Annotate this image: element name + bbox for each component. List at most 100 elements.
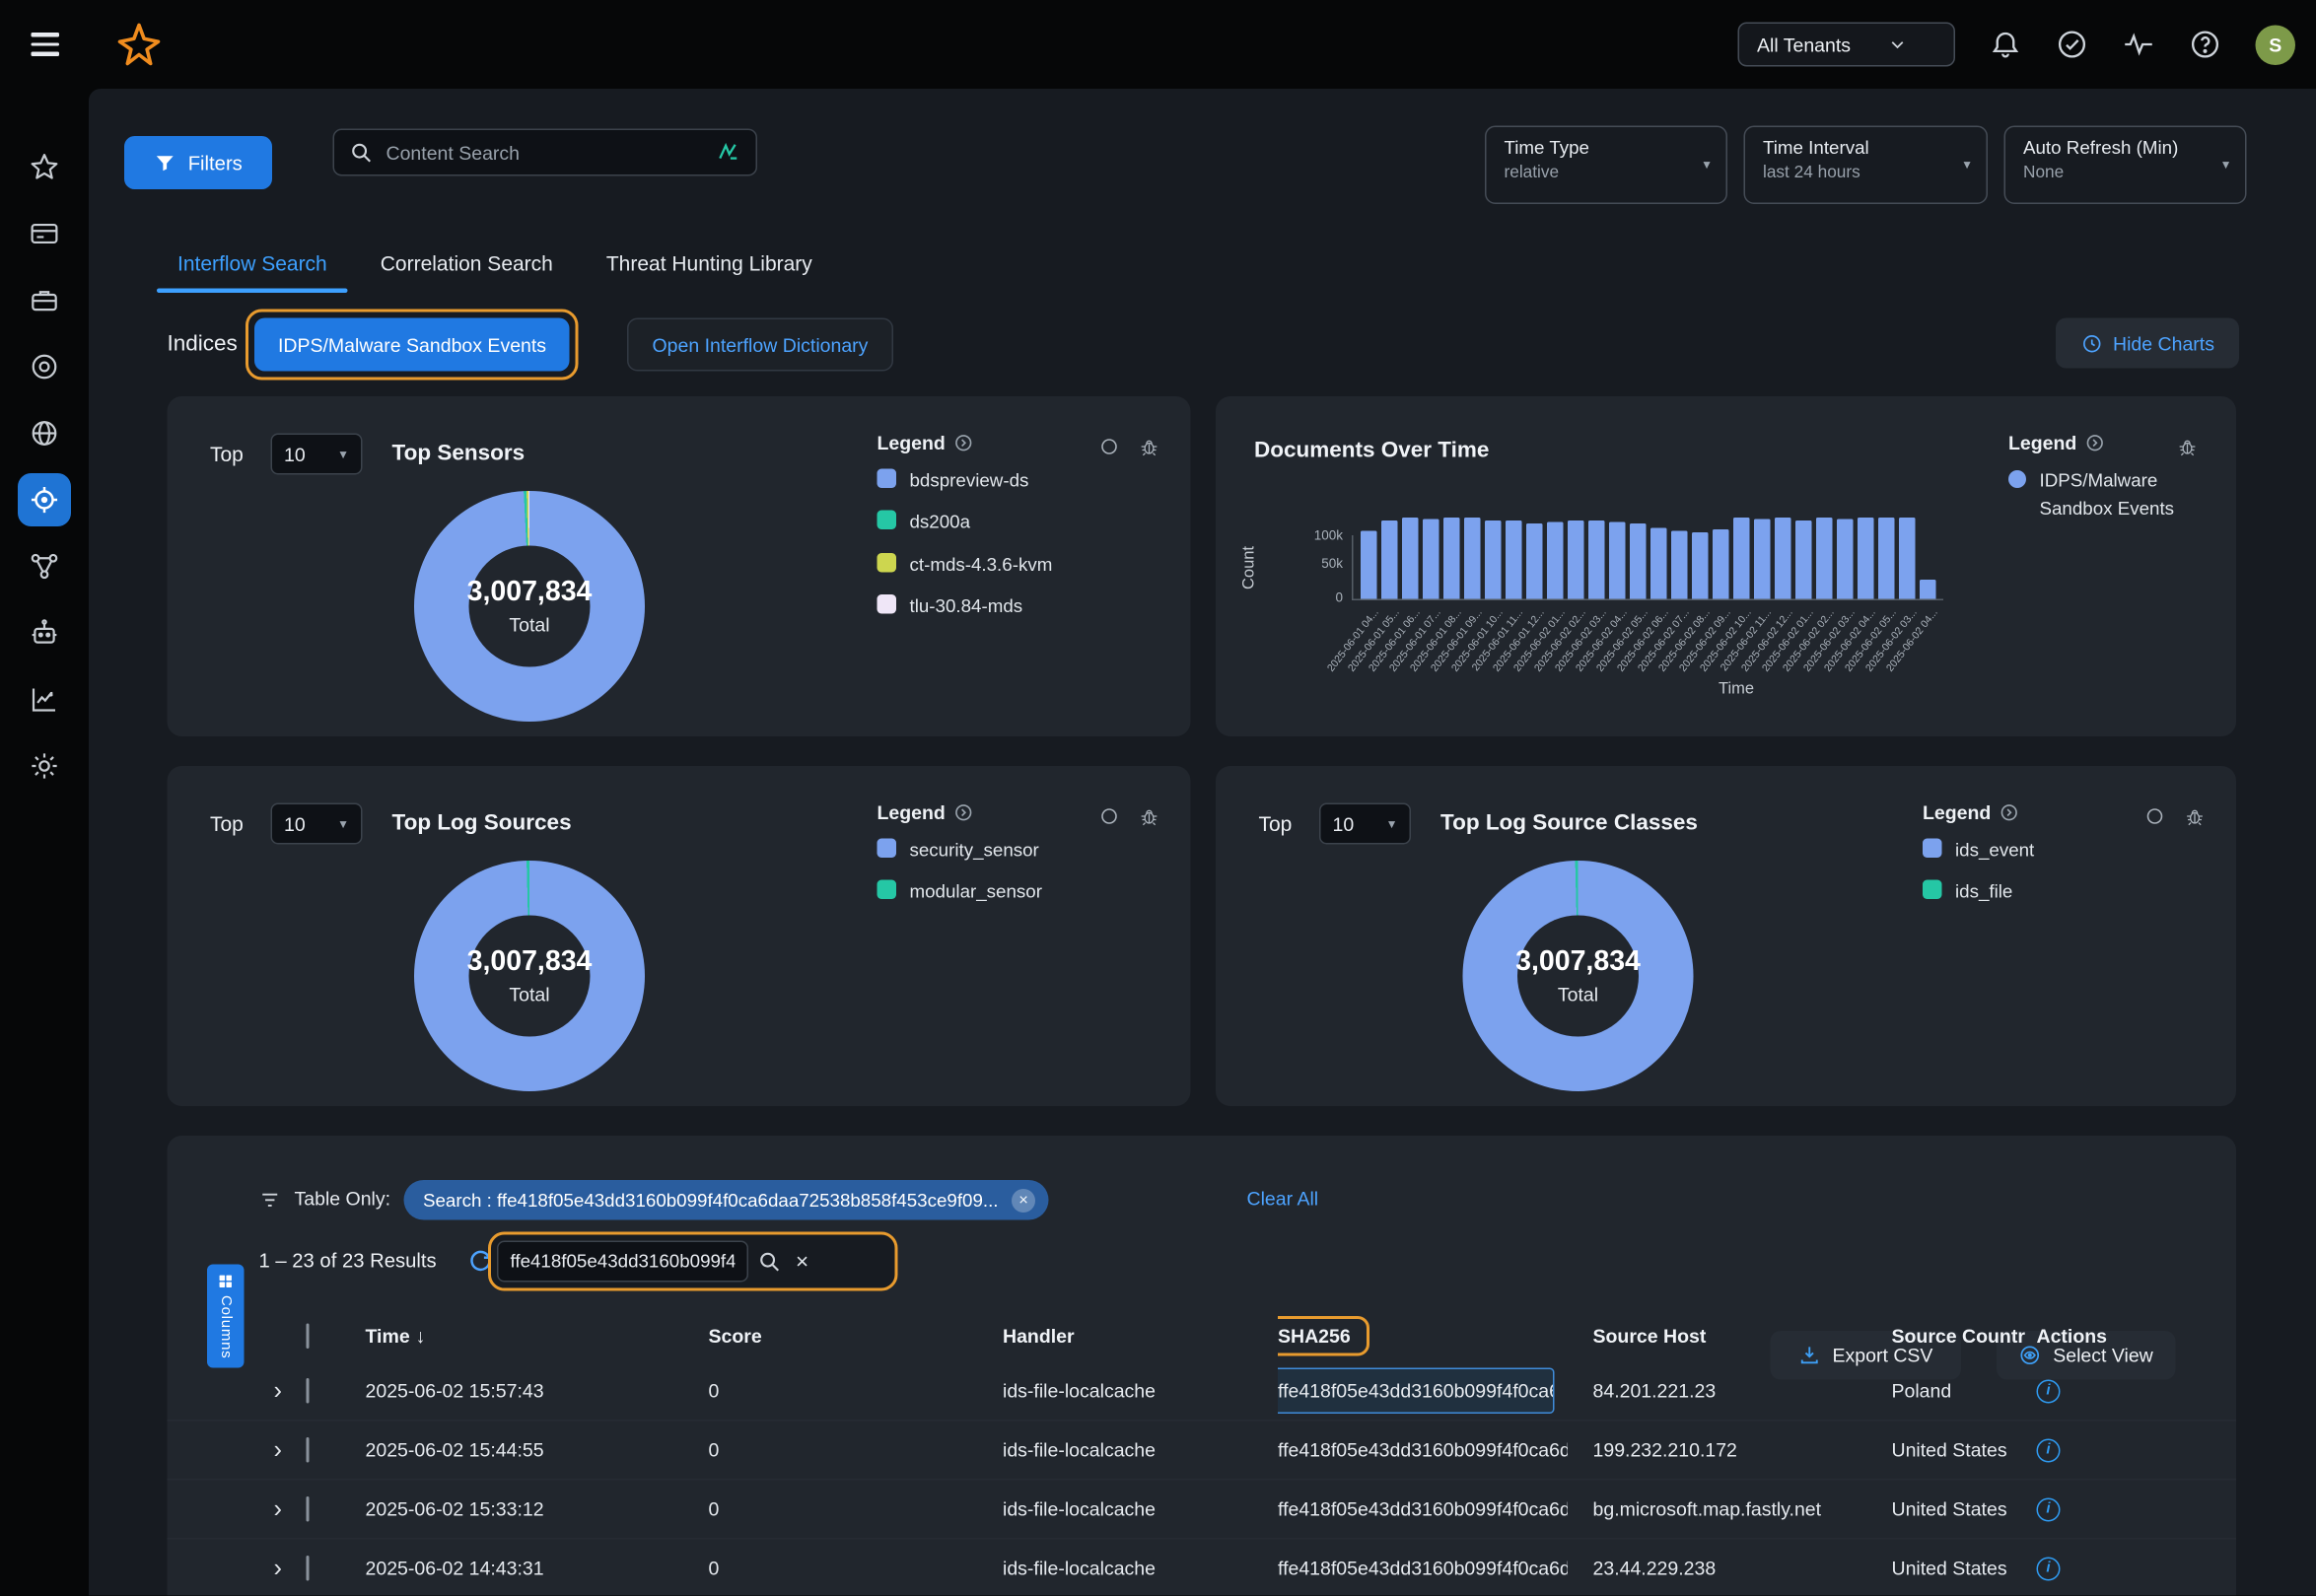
- time-type-dropdown[interactable]: Time Type relative ▼: [1485, 126, 1727, 205]
- legend-item[interactable]: tlu-30.84-mds: [877, 593, 1053, 622]
- row-checkbox[interactable]: [307, 1378, 310, 1404]
- legend-item[interactable]: ids_event: [1923, 837, 2034, 866]
- hide-charts-button[interactable]: Hide Charts: [2056, 318, 2239, 369]
- chevron-down-icon: ▼: [1386, 817, 1398, 831]
- gear-icon[interactable]: [27, 748, 62, 784]
- donut-total-label: Total: [509, 984, 549, 1006]
- row-checkbox[interactable]: [307, 1556, 310, 1581]
- legend-item[interactable]: modular_sensor: [877, 879, 1042, 908]
- robot-icon[interactable]: [27, 615, 62, 651]
- top-log-source-classes-donut[interactable]: 3,007,834 Total: [1463, 861, 1694, 1091]
- cell-sha256-selected[interactable]: ffe418f05e43dd3160b099f4f0ca6daa72538b85…: [1278, 1368, 1555, 1415]
- hamburger-menu-icon[interactable]: [0, 34, 89, 56]
- expand-row-icon[interactable]: ›: [274, 1495, 283, 1524]
- tab-threat-hunting-library[interactable]: Threat Hunting Library: [580, 237, 839, 293]
- brand-star-logo[interactable]: [115, 21, 163, 68]
- card-icon[interactable]: [27, 216, 62, 251]
- chart-icon[interactable]: [27, 682, 62, 718]
- open-interflow-dictionary-button[interactable]: Open Interflow Dictionary: [627, 318, 893, 372]
- expand-row-icon[interactable]: ›: [274, 1436, 283, 1465]
- legend-collapse-icon[interactable]: [2085, 434, 2105, 453]
- legend-item[interactable]: ct-mds-4.3.6-kvm: [877, 551, 1053, 580]
- circle-icon[interactable]: [1099, 437, 1120, 457]
- bar-chart[interactable]: [1361, 514, 1940, 599]
- system-health-pulse-icon[interactable]: [2123, 29, 2155, 61]
- table-row[interactable]: › 2025-06-02 15:57:43 0 ids-file-localca…: [168, 1362, 2237, 1422]
- tenant-selector[interactable]: All Tenants: [1738, 23, 1956, 67]
- briefcase-icon[interactable]: [27, 283, 62, 318]
- bug-icon[interactable]: [2177, 437, 2198, 457]
- header-handler[interactable]: Handler: [1003, 1324, 1278, 1347]
- expand-row-icon[interactable]: ›: [274, 1555, 283, 1583]
- circle-icon[interactable]: [2144, 806, 2165, 827]
- legend-item[interactable]: bdspreview-ds: [877, 467, 1053, 496]
- target-icon[interactable]: [27, 349, 62, 384]
- notifications-bell-icon[interactable]: [1990, 29, 2022, 61]
- results-count: 1 – 23 of 23 Results: [259, 1250, 437, 1273]
- table-search-input[interactable]: [497, 1241, 748, 1283]
- header-source-host[interactable]: Source Host: [1593, 1324, 1892, 1347]
- legend-collapse-icon[interactable]: [2000, 803, 2019, 823]
- top-log-sources-donut[interactable]: 3,007,834 Total: [414, 861, 645, 1091]
- row-checkbox[interactable]: [307, 1496, 310, 1522]
- legend-item[interactable]: ids_file: [1923, 879, 2034, 908]
- header-score[interactable]: Score: [709, 1324, 1004, 1347]
- filter-pill-text: Search : ffe418f05e43dd3160b099f4f0ca6da…: [423, 1190, 999, 1211]
- bug-icon[interactable]: [1139, 806, 1159, 827]
- legend-swatch: [877, 511, 897, 530]
- filters-button[interactable]: Filters: [124, 136, 272, 189]
- legend-item[interactable]: ds200a: [877, 510, 1053, 538]
- search-icon[interactable]: [757, 1249, 783, 1275]
- selected-index-button[interactable]: IDPS/Malware Sandbox Events: [254, 318, 570, 372]
- remove-filter-icon[interactable]: ×: [1012, 1188, 1035, 1212]
- query-language-icon[interactable]: [716, 140, 741, 166]
- cell-sha256: ffe418f05e43dd3160b099f4f0ca6daa72538b85…: [1278, 1439, 1568, 1462]
- circle-icon[interactable]: [1099, 806, 1120, 827]
- legend-collapse-icon[interactable]: [954, 434, 974, 453]
- cell-source-country: United States: [1892, 1558, 2037, 1580]
- header-time[interactable]: Time↓: [366, 1324, 709, 1347]
- cell-handler: ids-file-localcache: [1003, 1380, 1278, 1403]
- legend-label: ct-mds-4.3.6-kvm: [910, 551, 1053, 580]
- user-avatar[interactable]: S: [2256, 25, 2296, 65]
- search-filter-pill[interactable]: Search : ffe418f05e43dd3160b099f4f0ca6da…: [404, 1180, 1049, 1220]
- info-icon[interactable]: i: [2037, 1438, 2061, 1462]
- table-row[interactable]: › 2025-06-02 15:44:55 0 ids-file-localca…: [168, 1422, 2237, 1481]
- clear-search-icon[interactable]: ×: [792, 1249, 813, 1275]
- bug-icon[interactable]: [2185, 806, 2206, 827]
- network-graph-icon[interactable]: [27, 549, 62, 585]
- select-all-checkbox[interactable]: [307, 1323, 310, 1349]
- top-sensors-donut[interactable]: 3,007,834 Total: [414, 491, 645, 722]
- legend-title: Legend: [877, 801, 946, 824]
- top-n-select[interactable]: 10 ▼: [271, 434, 363, 475]
- content-search-input[interactable]: [386, 141, 705, 164]
- info-icon[interactable]: i: [2037, 1497, 2061, 1521]
- tab-correlation-search[interactable]: Correlation Search: [354, 237, 580, 293]
- row-checkbox[interactable]: [307, 1437, 310, 1463]
- tasks-check-circle-icon[interactable]: [2056, 29, 2088, 61]
- legend-item[interactable]: IDPS/Malware Sandbox Events: [2008, 467, 2176, 524]
- crosshair-icon-active[interactable]: [18, 473, 71, 526]
- legend: Legend IDPS/Malware Sandbox Events: [2008, 432, 2176, 538]
- clear-all-link[interactable]: Clear All: [1247, 1188, 1319, 1211]
- info-icon[interactable]: i: [2037, 1557, 2061, 1580]
- auto-refresh-dropdown[interactable]: Auto Refresh (Min) None ▼: [2004, 126, 2247, 205]
- tab-interflow-search[interactable]: Interflow Search: [151, 237, 354, 293]
- x-axis-label: Time: [1719, 680, 1754, 698]
- table-row[interactable]: › 2025-06-02 15:33:12 0 ids-file-localca…: [168, 1481, 2237, 1540]
- header-source-country[interactable]: Source Countr: [1892, 1324, 2037, 1347]
- bug-icon[interactable]: [1139, 437, 1159, 457]
- time-interval-dropdown[interactable]: Time Interval last 24 hours ▼: [1744, 126, 1989, 205]
- legend-item[interactable]: security_sensor: [877, 837, 1042, 866]
- bar-labels: 2025-06-01 04...2025-06-01 05...2025-06-…: [1361, 603, 1952, 707]
- globe-icon[interactable]: [27, 416, 62, 451]
- expand-row-icon[interactable]: ›: [274, 1377, 283, 1406]
- info-icon[interactable]: i: [2037, 1379, 2061, 1403]
- legend-collapse-icon[interactable]: [954, 803, 974, 823]
- top-n-select[interactable]: 10 ▼: [271, 803, 363, 845]
- top-n-select[interactable]: 10 ▼: [1319, 803, 1411, 845]
- table-row[interactable]: › 2025-06-02 14:43:31 0 ids-file-localca…: [168, 1540, 2237, 1596]
- star-icon[interactable]: [27, 150, 62, 185]
- header-sha256[interactable]: SHA256: [1278, 1315, 1593, 1355]
- help-icon[interactable]: [2189, 29, 2221, 61]
